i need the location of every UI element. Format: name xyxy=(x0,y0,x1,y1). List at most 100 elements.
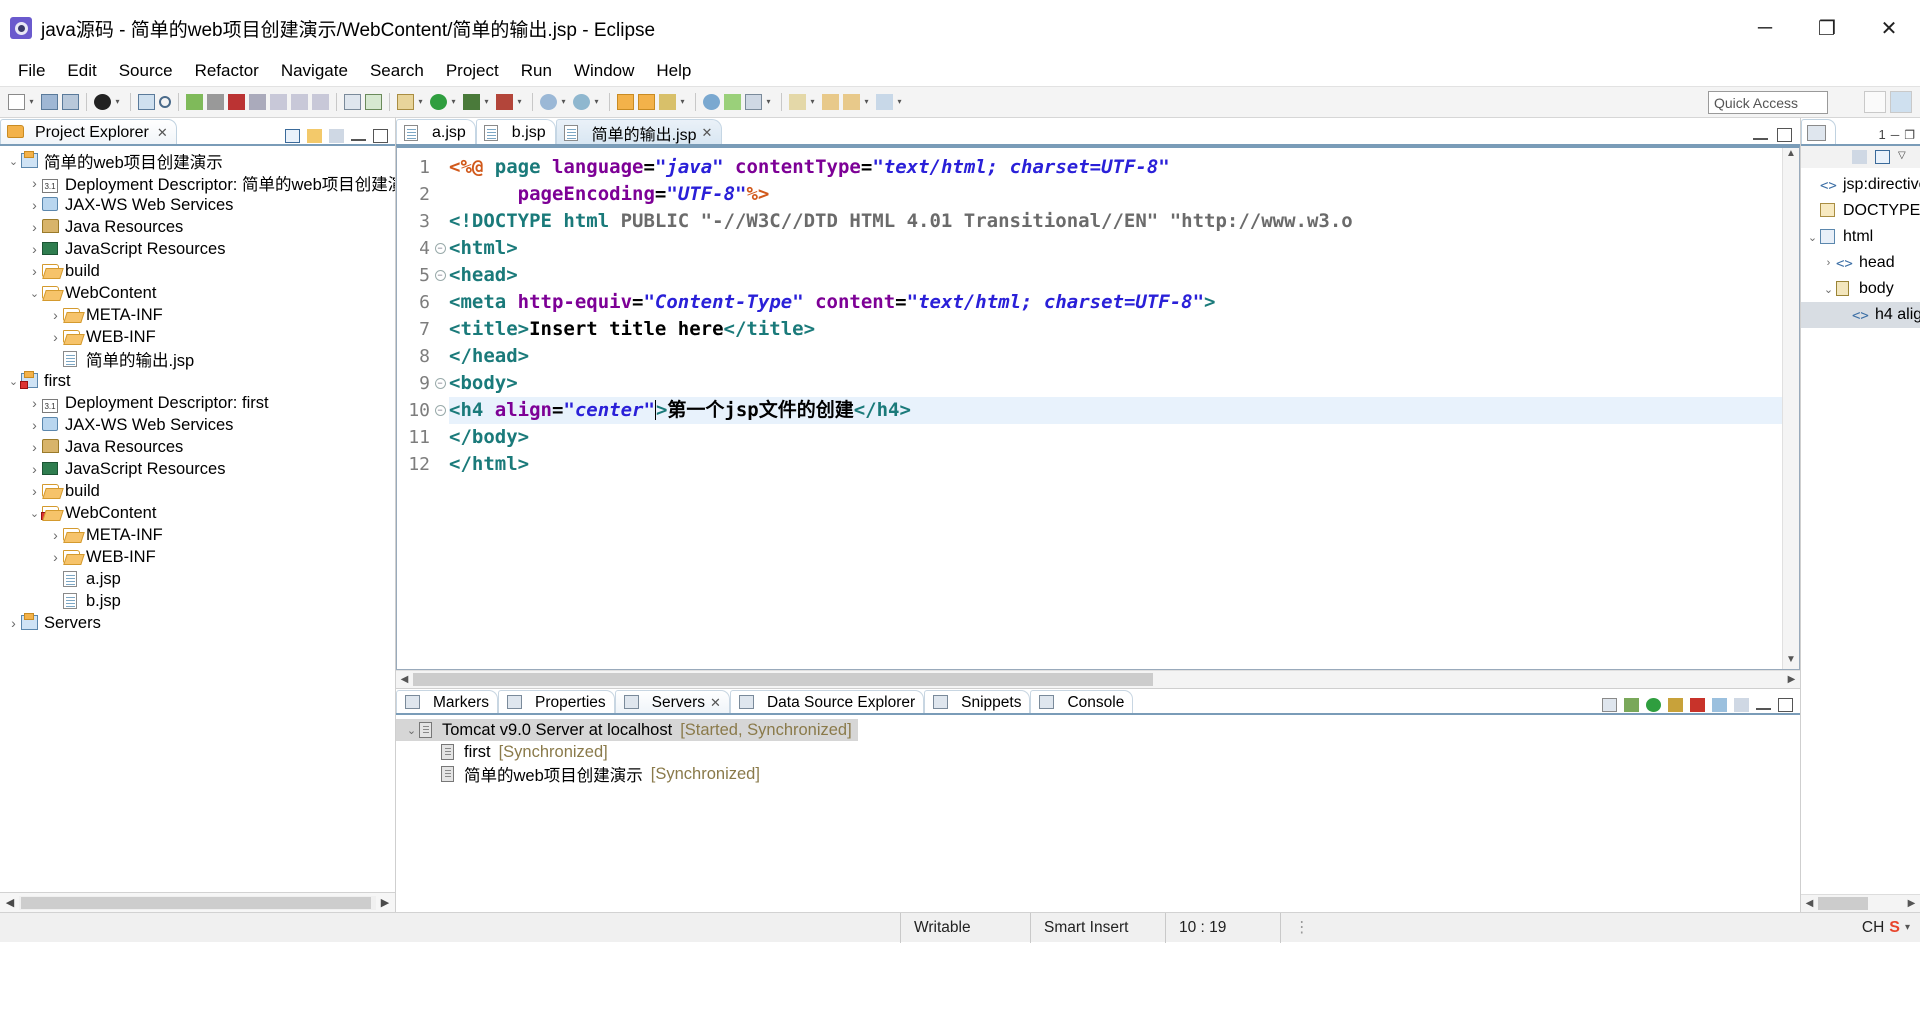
profile-icon[interactable] xyxy=(496,94,513,110)
code-line[interactable]: <!DOCTYPE html PUBLIC "-//W3C//DTD HTML … xyxy=(449,208,1782,235)
close-icon[interactable]: ✕ xyxy=(710,695,721,711)
new-server-icon[interactable] xyxy=(1602,698,1617,712)
open-type-icon[interactable] xyxy=(344,94,361,110)
collapse-arrow-icon[interactable]: ⌄ xyxy=(27,507,42,520)
tree-item[interactable]: › 3.1 Deployment Descriptor: 简单的web项目创建演示 xyxy=(0,172,395,194)
expand-arrow-icon[interactable]: › xyxy=(48,527,63,543)
fold-marker-slot[interactable] xyxy=(433,208,447,235)
server-row[interactable]: ⌄ Tomcat v9.0 Server at localhost [Started… xyxy=(396,719,858,741)
outline-row[interactable]: DOCTYPE:h xyxy=(1801,198,1920,224)
open-perspective-icon[interactable] xyxy=(1864,91,1886,113)
tree-item[interactable]: › Servers xyxy=(0,612,395,634)
menu-search[interactable]: Search xyxy=(359,58,435,84)
maximize-view-icon[interactable]: ❐ xyxy=(1904,128,1915,142)
publish-icon[interactable] xyxy=(1712,698,1727,712)
maximize-view-icon[interactable] xyxy=(1778,698,1793,712)
code-line[interactable]: pageEncoding="UTF-8"%> xyxy=(449,181,1782,208)
fold-marker-slot[interactable] xyxy=(433,424,447,451)
editor-hscrollbar[interactable]: ◀ ▶ xyxy=(396,670,1800,688)
back-dropdown-icon[interactable]: ▾ xyxy=(895,94,904,110)
code-line[interactable]: </head> xyxy=(449,343,1782,370)
outline-tree[interactable]: <>jsp:directiveDOCTYPE:h⌄html›<>head⌄bod… xyxy=(1801,168,1920,894)
tree-item[interactable]: › Java Resources xyxy=(0,436,395,458)
fold-marker-slot[interactable] xyxy=(433,451,447,478)
tree-item[interactable]: › META-INF xyxy=(0,304,395,326)
code-line[interactable]: <head> xyxy=(449,262,1782,289)
expand-arrow-icon[interactable]: › xyxy=(27,219,42,235)
code-line[interactable]: </html> xyxy=(449,451,1782,478)
tree-item[interactable]: › JavaScript Resources xyxy=(0,458,395,480)
menu-run[interactable]: Run xyxy=(510,58,563,84)
prev-annotation-icon[interactable] xyxy=(822,94,839,110)
save-all-icon[interactable] xyxy=(62,94,79,110)
code-line[interactable]: <h4 align="center">第一个jsp文件的创建</h4> xyxy=(449,397,1782,424)
tree-item[interactable]: › JavaScript Resources xyxy=(0,238,395,260)
report-icon[interactable] xyxy=(745,94,762,110)
code-line[interactable]: <meta http-equiv="Content-Type" content=… xyxy=(449,289,1782,316)
maximize-view-icon[interactable] xyxy=(373,129,388,143)
bottom-tab[interactable]: Servers ✕ xyxy=(614,690,730,715)
scroll-up-icon[interactable]: ▲ xyxy=(1786,148,1796,163)
quick-access-input[interactable]: Quick Access xyxy=(1708,91,1828,114)
expand-arrow-icon[interactable]: › xyxy=(27,263,42,279)
server-row[interactable]: first [Synchronized] xyxy=(396,741,1800,763)
outline-row[interactable]: › <> head xyxy=(1801,250,1920,276)
expand-arrow-icon[interactable]: › xyxy=(48,549,63,565)
link-icon[interactable] xyxy=(659,94,676,110)
open-task-icon[interactable] xyxy=(365,94,382,110)
menu-file[interactable]: File xyxy=(7,58,56,84)
run-on-server-icon[interactable] xyxy=(540,94,557,110)
tree-item[interactable]: › WEB-INF xyxy=(0,326,395,348)
maximize-editor-icon[interactable] xyxy=(1777,128,1792,142)
project-tree-hscrollbar[interactable]: ◀ ▶ xyxy=(0,892,395,912)
server-icon[interactable] xyxy=(138,94,155,110)
collapse-arrow-icon[interactable]: ⌄ xyxy=(6,155,21,168)
new-dropdown-icon[interactable]: ▾ xyxy=(27,94,36,110)
bottom-tab[interactable]: Console xyxy=(1030,690,1134,715)
tree-item[interactable]: › Java Resources xyxy=(0,216,395,238)
new-icon[interactable] xyxy=(8,94,25,110)
expand-arrow-icon[interactable]: › xyxy=(48,307,63,323)
outline-row[interactable]: <> h4 alig xyxy=(1801,302,1920,328)
profile-server-icon[interactable] xyxy=(1668,698,1683,712)
debug-as-dropdown-icon[interactable]: ▾ xyxy=(482,94,491,110)
validate-dropdown-icon[interactable]: ▾ xyxy=(592,94,601,110)
fold-marker-slot[interactable]: − xyxy=(433,235,447,262)
tree-item[interactable]: ⌄ 简单的web项目创建演示 xyxy=(0,150,395,172)
code-editor[interactable]: 1 2 3 4 5 6 7 8 9 10 11 12 − − − − <%@ page language="… xyxy=(396,146,1800,670)
report-dropdown-icon[interactable]: ▾ xyxy=(764,94,773,110)
scroll-track[interactable] xyxy=(1818,895,1903,912)
editor-vscrollbar[interactable]: ▲ ▼ xyxy=(1782,148,1799,669)
debug-server-icon[interactable] xyxy=(1624,698,1639,712)
fold-collapse-icon[interactable]: − xyxy=(434,405,446,416)
scroll-left-icon[interactable]: ◀ xyxy=(396,671,413,688)
bottom-tab[interactable]: Markers xyxy=(396,690,498,715)
editor-tab[interactable]: a.jsp xyxy=(396,119,476,146)
collapse-all-icon[interactable] xyxy=(285,129,300,143)
fold-marker-slot[interactable] xyxy=(433,289,447,316)
fold-collapse-icon[interactable]: − xyxy=(434,270,446,281)
bottom-tab[interactable]: Properties xyxy=(497,690,615,715)
server-row[interactable]: 简单的web项目创建演示 [Synchronized] xyxy=(396,763,1800,785)
tab-outline[interactable] xyxy=(1801,119,1836,146)
profile-dropdown-icon[interactable]: ▾ xyxy=(515,94,524,110)
new-java-project-icon[interactable] xyxy=(397,94,414,110)
close-icon[interactable]: ✕ xyxy=(702,125,713,141)
stop-server-icon[interactable] xyxy=(1690,698,1705,712)
folding-ruler[interactable]: − − − − xyxy=(433,148,447,669)
tree-item[interactable]: › build xyxy=(0,480,395,502)
servers-list[interactable]: ⌄ Tomcat v9.0 Server at localhost [Started… xyxy=(396,715,1800,912)
expand-arrow-icon[interactable]: › xyxy=(6,615,21,631)
fold-marker-slot[interactable]: − xyxy=(433,397,447,424)
tab-project-explorer[interactable]: Project Explorer ✕ xyxy=(0,119,177,146)
outline-row[interactable]: <> jsp:directive xyxy=(1801,172,1920,198)
view-menu-icon[interactable]: ▽ xyxy=(1898,150,1913,164)
scroll-thumb[interactable] xyxy=(1818,897,1868,910)
java-ee-perspective-icon[interactable] xyxy=(1890,91,1912,113)
annotation-dropdown-icon[interactable]: ▾ xyxy=(808,94,817,110)
collapse-arrow-icon[interactable]: ⌄ xyxy=(27,287,42,300)
minimize-view-icon[interactable]: ─ xyxy=(1891,128,1900,142)
fold-marker-slot[interactable]: − xyxy=(433,370,447,397)
tree-item[interactable]: › JAX-WS Web Services xyxy=(0,194,395,216)
suspend-icon[interactable] xyxy=(207,94,224,110)
